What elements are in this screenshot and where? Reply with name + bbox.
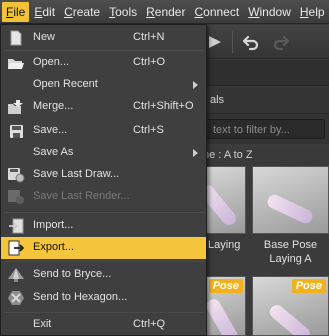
filter-row: text to filter by... [200,114,329,144]
submenu-arrow-icon [193,149,198,157]
menu-item-send-to-bryce[interactable]: Send to Bryce... [1,264,206,286]
menu-window[interactable]: Window [244,2,295,22]
menu-window-label: indow [259,4,291,19]
filter-input[interactable]: text to filter by... [204,119,325,139]
menu-item-save-last-render[interactable]: Save Last Render... [1,186,206,208]
menu-tools[interactable]: Tools [105,2,141,22]
undo-icon[interactable] [236,27,266,57]
menu-item-shortcut: Ctrl+Q [133,318,166,330]
menu-help-mnemonic: H [299,4,309,19]
figure-preview [203,296,241,335]
menu-item-label: Save... [33,124,68,136]
menu-render-label: ender [154,4,186,19]
sort-label[interactable]: me : A to Z [200,149,253,161]
menu-item-exit[interactable]: Exit Ctrl+Q [1,314,206,336]
menu-window-mnemonic: W [248,4,260,19]
toolbar-separator [232,31,233,53]
menu-file-label: ile [13,4,26,19]
menubar: File Edit Create Tools Render Connect Wi… [0,0,329,24]
menu-item-save-as[interactable]: Save As [1,142,206,164]
menu-item-shortcut: Ctrl+O [133,56,166,68]
merge-icon [7,99,25,115]
menu-item-open[interactable]: Open... Ctrl+O [1,52,206,74]
menu-item-label: Open... [33,56,70,68]
hexagon-icon [7,290,25,306]
menu-item-merge[interactable]: Merge... Ctrl+Shift+O [1,96,206,118]
panel-header [200,60,329,86]
menu-item-import[interactable]: Import... [1,215,206,237]
menu-item-shortcut: Ctrl+Shift+O [133,100,194,112]
menu-help-label: elp [308,4,325,19]
menu-create-mnemonic: C [64,4,73,19]
figure-preview [267,302,313,335]
menu-separator [3,261,204,262]
menu-connect-mnemonic: C [194,4,204,19]
menu-separator [3,312,204,313]
menu-item-label: Save Last Draw... [33,168,120,180]
menu-item-shortcut: Ctrl+S [133,124,164,136]
menu-item-label: Send to Bryce... [33,268,112,280]
redo-icon[interactable] [266,27,296,57]
menu-item-label: Send to Hexagon... [33,291,128,303]
open-folder-icon [7,55,25,71]
pose-badge: Pose [291,279,326,293]
menu-render[interactable]: Render [142,2,189,22]
menu-separator [3,212,204,213]
menu-create-label: reate [72,4,101,19]
menu-tools-label: ools [115,4,138,19]
menu-item-send-to-hexagon[interactable]: Send to Hexagon... [1,287,206,309]
menu-item-save-last-draw[interactable]: Save Last Draw... [1,164,206,186]
menu-item-new[interactable]: New Ctrl+N [1,27,206,49]
thumbnail-base-pose-laying-a[interactable] [252,166,329,234]
sort-row: me : A to Z [200,146,329,166]
figure-preview [265,192,315,226]
menu-item-label: Open Recent [33,78,98,90]
menu-render-mnemonic: R [146,4,155,19]
menu-file[interactable]: File [2,1,30,22]
file-menu-dropdown: New Ctrl+N Open... Ctrl+O Open Recent Me… [0,24,207,336]
menu-item-label: Exit [33,318,52,330]
menu-separator [3,50,204,51]
export-icon [7,240,25,256]
menu-create[interactable]: Create [60,2,104,22]
thumbnail-label: Laying [208,239,241,251]
menu-item-label: Save As [33,146,74,158]
save-draw-icon [7,167,25,183]
menu-item-label: Save Last Render... [33,190,130,202]
menu-item-label: Import... [33,219,74,231]
menu-item-export[interactable]: Export... [1,237,206,259]
save-render-icon [7,189,25,205]
filter-placeholder: text to filter by... [213,124,290,136]
import-icon [7,218,25,234]
menu-item-label: Merge... [33,100,74,112]
menu-connect-label: onnect [203,4,240,19]
new-document-icon [7,30,25,46]
save-icon [7,123,25,139]
menu-item-label: New [33,31,56,43]
menu-connect[interactable]: Connect [190,2,243,22]
menu-edit[interactable]: Edit [30,2,59,22]
menu-item-save[interactable]: Save... Ctrl+S [1,120,206,142]
submenu-arrow-icon [193,81,198,89]
thumbnail-pose-4[interactable]: Pose [252,276,329,336]
menu-item-open-recent[interactable]: Open Recent [1,74,206,96]
panel-tab-row: als [200,86,329,114]
panel-tab-label[interactable]: als [210,94,224,106]
bryce-icon [7,267,25,283]
menu-item-label: Export... [33,241,74,253]
menu-help[interactable]: Help [296,2,329,22]
pose-badge: Pose [208,279,243,293]
thumbnail-label: Base Pose Laying A [263,239,318,265]
menu-item-shortcut: Ctrl+N [133,31,165,43]
menu-edit-label: dit [42,4,56,19]
